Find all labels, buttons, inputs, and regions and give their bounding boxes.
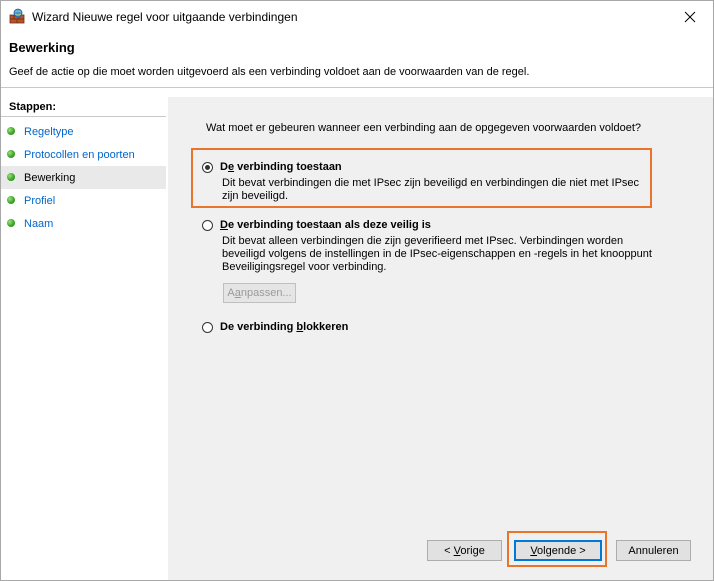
allow-description: Dit bevat verbindingen die met IPsec zij… [222,177,640,202]
steps-heading: Stappen: [9,101,57,113]
option-allow-connection[interactable]: De verbinding toestaan Dit bevat verbind… [202,159,662,203]
page-description: Geef de actie op die moet worden uitgevo… [9,66,530,78]
step-label: Bewerking [24,171,76,184]
steps-list: Regeltype Protocollen en poorten Bewerki… [1,120,166,235]
content-panel: Wat moet er gebeuren wanneer een verbind… [168,97,713,580]
window-title: Wizard Nieuwe regel voor uitgaande verbi… [32,10,298,24]
page-title: Bewerking [9,40,75,55]
step-label: Profiel [24,194,56,207]
allow-if-secure-description: Dit bevat alleen verbindingen die zijn g… [222,235,652,273]
header-divider [1,87,713,88]
action-question: Wat moet er gebeuren wanneer een verbind… [206,122,642,134]
step-status-dot-icon [7,219,15,227]
step-bewerking[interactable]: Bewerking [1,166,166,189]
step-status-dot-icon [7,150,15,158]
steps-sidebar: Stappen: Regeltype Protocollen en poorte… [1,97,166,580]
allow-label: De verbinding toestaan [220,161,342,173]
block-radio[interactable] [202,321,213,333]
step-profiel[interactable]: Profiel [1,189,166,212]
step-naam[interactable]: Naam [1,212,166,235]
close-button[interactable] [667,1,713,32]
customize-button[interactable]: Aanpassen... [223,283,296,303]
wizard-header: Bewerking Geef de actie op die moet word… [1,32,713,86]
step-status-dot-icon [7,173,15,181]
allow-if-secure-radio[interactable] [202,219,213,231]
cancel-button[interactable]: Annuleren [616,540,691,561]
step-label: Naam [24,217,54,230]
firewall-app-icon [9,8,25,24]
allow-if-secure-label: De verbinding toestaan als deze veilig i… [220,219,431,231]
step-protocollen-en-poorten[interactable]: Protocollen en poorten [1,143,166,166]
step-label: Regeltype [24,125,74,138]
block-label: De verbinding blokkeren [220,321,349,333]
close-icon [684,11,696,22]
previous-button[interactable]: < Vorige [427,540,502,561]
next-button[interactable]: Volgende > [514,540,602,561]
step-regeltype[interactable]: Regeltype [1,120,166,143]
steps-heading-divider [1,116,166,117]
option-allow-if-secure[interactable]: De verbinding toestaan als deze veilig i… [202,217,662,274]
step-status-dot-icon [7,196,15,204]
option-block-connection[interactable]: De verbinding blokkeren [202,319,662,335]
step-status-dot-icon [7,127,15,135]
allow-radio[interactable] [202,161,213,173]
step-label: Protocollen en poorten [24,148,135,161]
wizard-window: Wizard Nieuwe regel voor uitgaande verbi… [0,0,714,581]
title-bar: Wizard Nieuwe regel voor uitgaande verbi… [1,1,713,32]
